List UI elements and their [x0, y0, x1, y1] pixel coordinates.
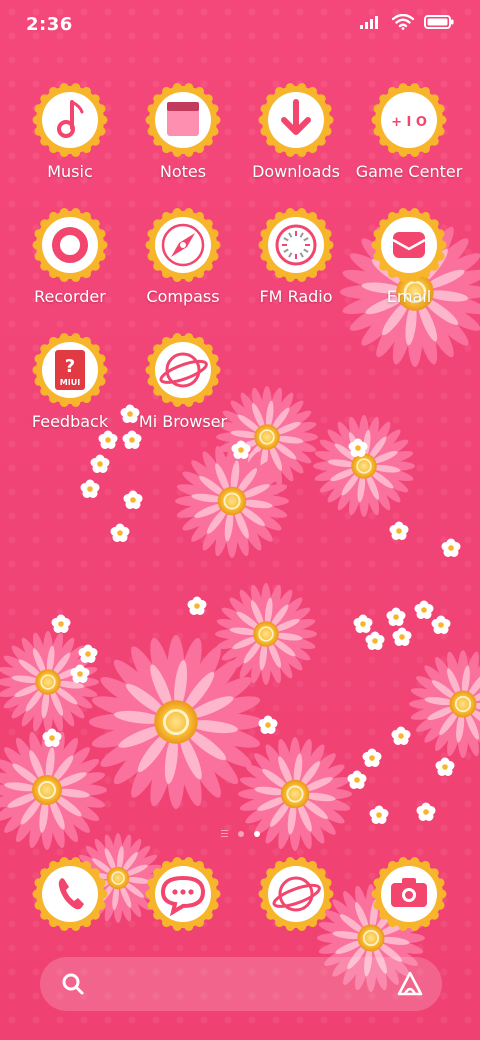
record-icon [32, 208, 108, 282]
svg-text:+ I O: + I O [391, 115, 427, 130]
app-label: FM Radio [259, 287, 333, 306]
signal-icon [360, 16, 378, 29]
app-notes[interactable]: Notes [123, 82, 243, 181]
app-music[interactable]: Music [10, 82, 130, 181]
feedback-miui-icon: ?MIUI [32, 333, 108, 407]
page-indicator-home-icon [220, 830, 228, 837]
app-label: Notes [159, 162, 207, 181]
planet-icon [145, 333, 221, 407]
envelope-icon [371, 208, 447, 282]
battery-icon [424, 15, 454, 29]
music-note-icon [32, 83, 108, 157]
search-bar[interactable] [40, 957, 442, 1011]
compass-icon [145, 208, 221, 282]
camera-icon [371, 857, 447, 931]
assistant-icon[interactable] [396, 970, 424, 998]
app-label: Feedback [31, 412, 109, 431]
dock-camera[interactable] [349, 856, 469, 932]
dock-messaging[interactable] [123, 856, 243, 932]
app-game-center[interactable]: + I O Game Center [349, 82, 469, 181]
app-label: Compass [146, 287, 220, 306]
svg-text:MIUI: MIUI [60, 378, 80, 387]
svg-text:?: ? [65, 356, 75, 377]
planet-icon [258, 857, 334, 931]
wifi-icon [392, 14, 414, 30]
notes-icon [145, 83, 221, 157]
app-label: Recorder [34, 287, 106, 306]
status-bar: 2:36 [0, 0, 480, 50]
app-label: Downloads [252, 162, 340, 181]
clock: 2:36 [26, 14, 73, 35]
app-recorder[interactable]: Recorder [10, 207, 130, 306]
app-email[interactable]: Email [349, 207, 469, 306]
app-fm-radio[interactable]: FM Radio [236, 207, 356, 306]
radio-dial-icon [258, 208, 334, 282]
download-arrow-icon [258, 83, 334, 157]
app-label: Music [47, 162, 93, 181]
app-downloads[interactable]: Downloads [236, 82, 356, 181]
dock-browser[interactable] [236, 856, 356, 932]
app-feedback[interactable]: ? MIUI Feedback [10, 332, 130, 431]
page-dot-active [253, 830, 260, 837]
app-compass[interactable]: Compass [123, 207, 243, 306]
page-dot [237, 830, 244, 837]
app-label: Email [386, 287, 432, 306]
gamepad-icon: + I O [371, 83, 447, 157]
app-mi-browser[interactable]: Mi Browser [123, 332, 243, 431]
chat-bubble-icon [145, 857, 221, 931]
dock-phone[interactable] [10, 856, 130, 932]
app-label: Game Center [355, 162, 463, 181]
page-indicator[interactable] [0, 830, 480, 837]
app-label: Mi Browser [138, 412, 228, 431]
phone-icon [32, 857, 108, 931]
search-icon [62, 973, 84, 995]
